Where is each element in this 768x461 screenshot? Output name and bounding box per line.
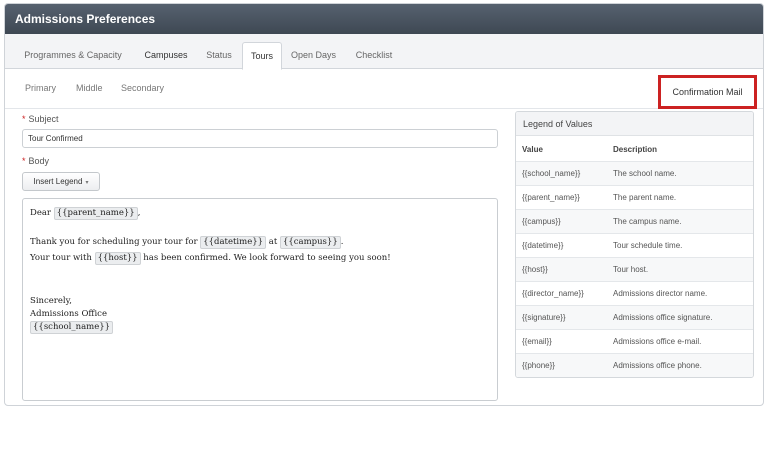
required-marker: * bbox=[22, 156, 26, 166]
placeholder-token: {{datetime}} bbox=[200, 236, 267, 249]
body-label: * Body bbox=[22, 156, 49, 166]
legend-header-row: Value Description bbox=[516, 138, 753, 162]
main-tab-bar: Programmes & Capacity Campuses Status To… bbox=[5, 34, 763, 70]
table-row: {{datetime}} Tour schedule time. bbox=[516, 234, 753, 258]
editor-text: , bbox=[137, 208, 141, 218]
body-editor[interactable]: Dear {{parent_name}}, Thank you for sche… bbox=[22, 198, 498, 401]
legend-description: Admissions office signature. bbox=[613, 313, 713, 322]
required-marker: * bbox=[22, 114, 26, 124]
legend-description: Admissions office phone. bbox=[613, 361, 702, 370]
legend-description: Tour host. bbox=[613, 265, 649, 274]
table-row: {{campus}} The campus name. bbox=[516, 210, 753, 234]
legend-description: Admissions office e-mail. bbox=[613, 337, 702, 346]
editor-text: has been confirmed. We look forward to s… bbox=[140, 253, 391, 263]
legend-col-value: Value bbox=[522, 145, 543, 154]
tab-tours[interactable]: Tours bbox=[242, 42, 282, 70]
table-row: {{phone}} Admissions office phone. bbox=[516, 354, 753, 377]
placeholder-token: {{parent_name}} bbox=[53, 207, 138, 220]
legend-value: {{datetime}} bbox=[522, 241, 564, 250]
window-title: Admissions Preferences bbox=[5, 4, 763, 34]
legend-value: {{phone}} bbox=[522, 361, 555, 370]
legend-value: {{email}} bbox=[522, 337, 552, 346]
tab-open-days[interactable]: Open Days bbox=[286, 42, 341, 69]
editor-line-office: Admissions Office bbox=[30, 309, 107, 319]
placeholder-token: {{host}} bbox=[94, 252, 141, 265]
legend-of-values-table: Legend of Values Value Description {{sch… bbox=[515, 111, 754, 378]
legend-value: {{campus}} bbox=[522, 217, 561, 226]
subtab-middle[interactable]: Middle bbox=[76, 83, 103, 93]
table-row: {{school_name}} The school name. bbox=[516, 162, 753, 186]
tab-checklist[interactable]: Checklist bbox=[348, 42, 400, 69]
legend-value: {{school_name}} bbox=[522, 169, 581, 178]
legend-title: Legend of Values bbox=[516, 112, 753, 136]
editor-line-confirmation: Your tour with {{host}} has been confirm… bbox=[30, 252, 391, 265]
editor-text: Thank you for scheduling your tour for bbox=[30, 237, 201, 247]
subject-label: * Subject bbox=[22, 114, 59, 124]
table-row: {{signature}} Admissions office signatur… bbox=[516, 306, 753, 330]
table-row: {{director_name}} Admissions director na… bbox=[516, 282, 753, 306]
legend-description: Tour schedule time. bbox=[613, 241, 683, 250]
sub-tab-bar: Primary Middle Secondary Confirmation Ma… bbox=[5, 69, 763, 109]
table-row: {{parent_name}} The parent name. bbox=[516, 186, 753, 210]
table-row: {{email}} Admissions office e-mail. bbox=[516, 330, 753, 354]
tab-campuses[interactable]: Campuses bbox=[136, 42, 196, 69]
editor-text: . bbox=[340, 237, 344, 247]
insert-legend-button[interactable]: Insert Legend ▾ bbox=[22, 172, 100, 191]
editor-line-school: {{school_name}} bbox=[30, 321, 114, 334]
chevron-down-icon: ▾ bbox=[85, 180, 89, 186]
editor-line-thanks: Thank you for scheduling your tour for {… bbox=[30, 236, 343, 249]
legend-value: {{signature}} bbox=[522, 313, 566, 322]
tab-programmes-capacity[interactable]: Programmes & Capacity bbox=[16, 42, 130, 69]
legend-description: Admissions director name. bbox=[613, 289, 708, 298]
subject-label-text: Subject bbox=[28, 114, 59, 124]
placeholder-token: {{campus}} bbox=[279, 236, 341, 249]
legend-value: {{director_name}} bbox=[522, 289, 584, 298]
subtab-secondary[interactable]: Secondary bbox=[121, 83, 164, 93]
legend-value: {{parent_name}} bbox=[522, 193, 580, 202]
editor-line-sign-off: Sincerely, bbox=[30, 296, 72, 306]
editor-text: Dear bbox=[30, 208, 54, 218]
legend-description: The school name. bbox=[613, 169, 677, 178]
legend-value: {{host}} bbox=[522, 265, 548, 274]
admissions-preferences-panel: Admissions Preferences Programmes & Capa… bbox=[4, 3, 764, 406]
placeholder-token: {{school_name}} bbox=[30, 321, 114, 334]
table-row: {{host}} Tour host. bbox=[516, 258, 753, 282]
body-label-text: Body bbox=[28, 156, 50, 166]
insert-legend-label: Insert Legend bbox=[33, 177, 83, 186]
legend-description: The parent name. bbox=[613, 193, 677, 202]
subtab-confirmation-mail[interactable]: Confirmation Mail bbox=[658, 75, 757, 109]
subtab-primary[interactable]: Primary bbox=[25, 83, 56, 93]
editor-line-greeting: Dear {{parent_name}}, bbox=[30, 207, 140, 220]
editor-text: Your tour with bbox=[30, 253, 95, 263]
editor-text: at bbox=[266, 237, 280, 247]
subject-input[interactable]: Tour Confirmed bbox=[22, 129, 498, 148]
legend-col-description: Description bbox=[613, 145, 658, 154]
legend-description: The campus name. bbox=[613, 217, 682, 226]
tab-status[interactable]: Status bbox=[201, 42, 237, 69]
